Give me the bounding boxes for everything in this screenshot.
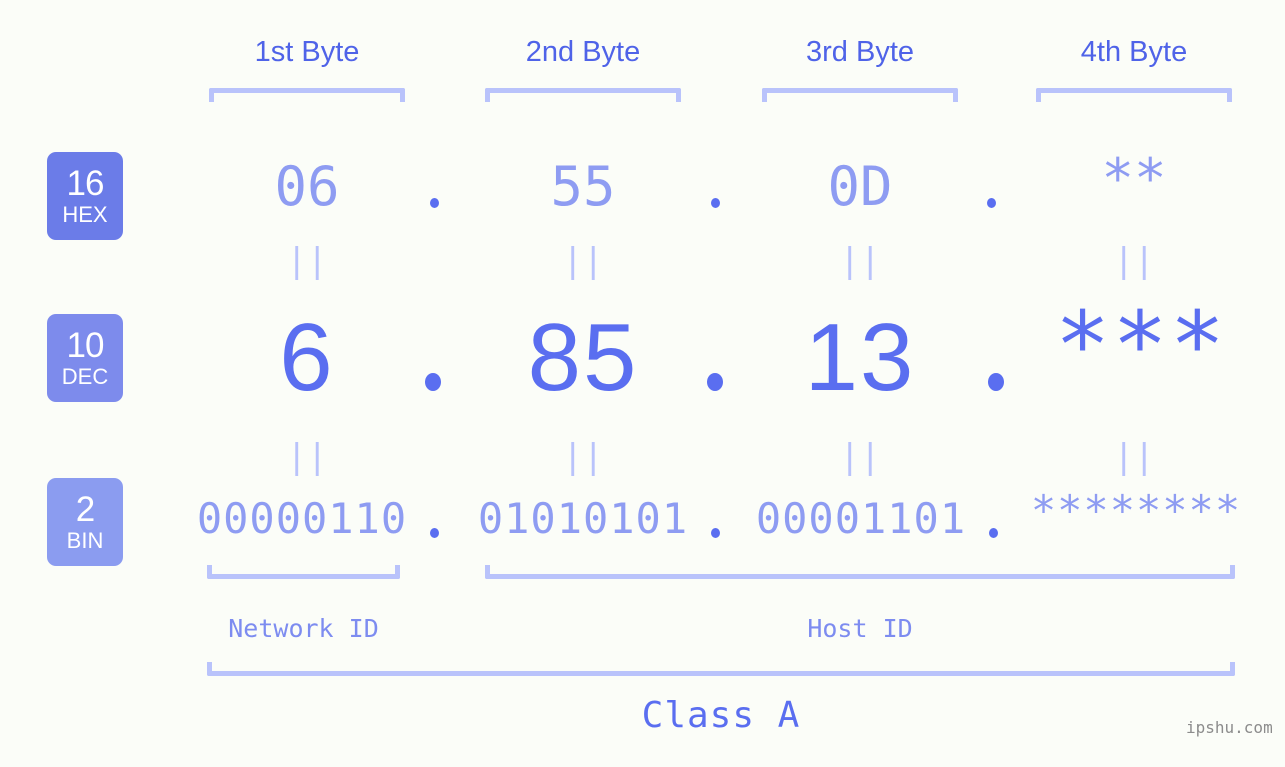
hex-octet-4: ** <box>1101 147 1167 210</box>
ip-address-breakdown-diagram: 1st Byte 2nd Byte 3rd Byte 4th Byte 16 H… <box>0 0 1285 767</box>
byte-header-label-1: 1st Byte <box>254 36 360 68</box>
base-badge-dec-number: 10 <box>66 326 105 365</box>
byte-header-label-2: 2nd Byte <box>525 36 641 68</box>
class-bracket <box>207 662 1235 676</box>
equals-mark-dec-bin-1: || <box>286 437 328 477</box>
dec-octet-3: 13 <box>804 304 916 411</box>
base-badge-hex-number: 16 <box>66 164 105 203</box>
dec-octet-2: 85 <box>527 304 639 411</box>
base-badge-bin: 2 BIN <box>47 478 123 566</box>
base-badge-bin-name: BIN <box>66 528 104 553</box>
dec-separator-dot-2 <box>707 373 723 391</box>
dec-octet-1: 6 <box>279 304 335 411</box>
network-id-label: Network ID <box>228 614 379 643</box>
byte-bracket-top-4 <box>1036 88 1232 102</box>
hex-octet-1: 06 <box>274 155 340 218</box>
equals-mark-dec-bin-2: || <box>562 437 604 477</box>
host-id-bracket <box>485 565 1235 579</box>
bin-separator-dot-3 <box>989 528 998 538</box>
bin-octet-2: 01010101 <box>477 494 689 543</box>
dec-octet-4: *** <box>1054 292 1228 399</box>
bin-separator-dot-1 <box>430 528 439 538</box>
base-badge-dec: 10 DEC <box>47 314 123 402</box>
byte-bracket-top-1 <box>209 88 405 102</box>
network-id-bracket <box>207 565 400 579</box>
equals-mark-hex-dec-3: || <box>839 241 881 281</box>
bin-octet-4: ******** <box>1030 486 1242 535</box>
base-badge-hex-name: HEX <box>62 202 108 227</box>
byte-bracket-top-2 <box>485 88 681 102</box>
site-watermark: ipshu.com <box>1186 718 1273 737</box>
hex-separator-dot-2 <box>711 198 720 208</box>
equals-mark-hex-dec-4: || <box>1113 241 1155 281</box>
dec-separator-dot-3 <box>988 373 1004 391</box>
equals-mark-dec-bin-3: || <box>839 437 881 477</box>
byte-bracket-top-3 <box>762 88 958 102</box>
bin-octet-3: 00001101 <box>755 494 967 543</box>
equals-mark-hex-dec-2: || <box>562 241 604 281</box>
hex-separator-dot-3 <box>987 198 996 208</box>
base-badge-hex: 16 HEX <box>47 152 123 240</box>
hex-octet-2: 55 <box>550 155 616 218</box>
base-badge-bin-number: 2 <box>75 490 95 529</box>
base-badge-dec-name: DEC <box>61 364 109 389</box>
dec-separator-dot-1 <box>425 373 441 391</box>
byte-header-label-3: 3rd Byte <box>806 36 914 68</box>
byte-header-label-4: 4th Byte <box>1080 36 1188 68</box>
hex-separator-dot-1 <box>430 198 439 208</box>
host-id-label: Host ID <box>807 614 913 643</box>
equals-mark-hex-dec-1: || <box>286 241 328 281</box>
bin-octet-1: 00000110 <box>196 494 408 543</box>
class-label: Class A <box>641 695 801 736</box>
hex-octet-3: 0D <box>827 155 893 218</box>
equals-mark-dec-bin-4: || <box>1113 437 1155 477</box>
bin-separator-dot-2 <box>711 528 720 538</box>
